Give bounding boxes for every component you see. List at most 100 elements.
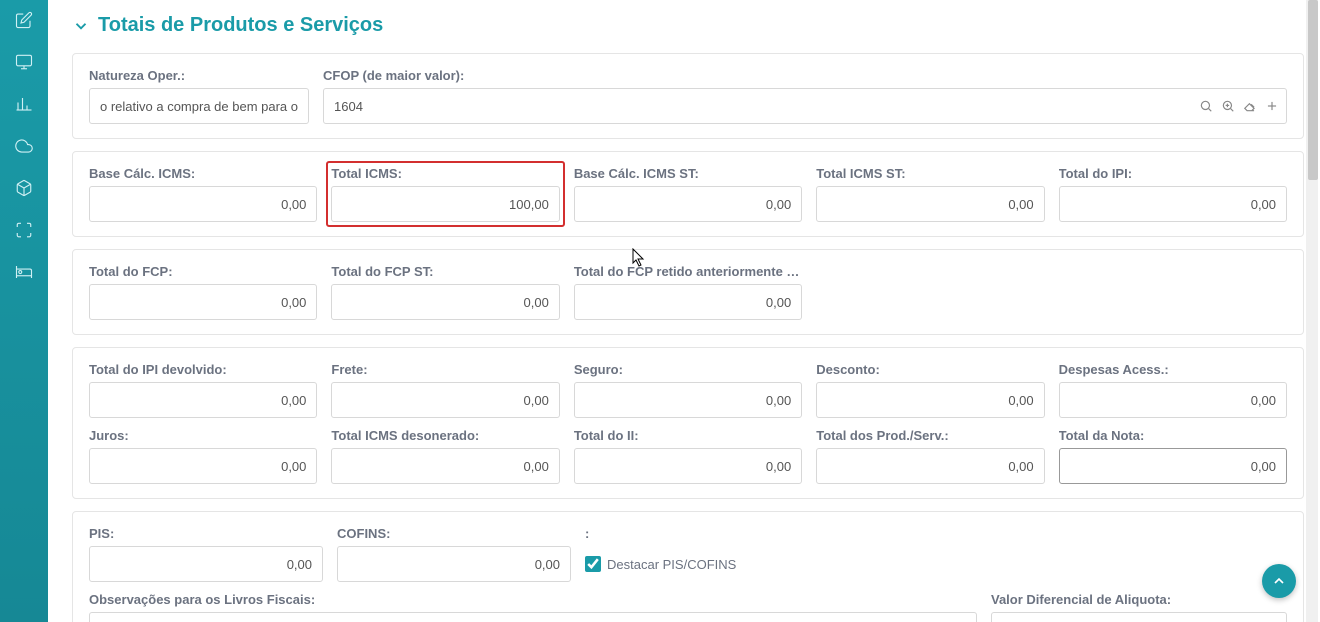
main-content: Totais de Produtos e Serviços Natureza O… [48, 0, 1320, 622]
field-total-fcp-st: Total do FCP ST: [331, 264, 559, 320]
total-fcp-retido-label: Total do FCP retido anteriormente por ..… [574, 264, 802, 279]
field-total-icms-st: Total ICMS ST: [816, 166, 1044, 222]
cfop-label: CFOP (de maior valor): [323, 68, 1287, 83]
seguro-label: Seguro: [574, 362, 802, 377]
plus-icon[interactable] [1265, 99, 1279, 113]
field-total-fcp-retido: Total do FCP retido anteriormente por ..… [574, 264, 802, 320]
total-fcp-retido-input[interactable] [574, 284, 802, 320]
scroll-top-button[interactable] [1262, 564, 1296, 598]
base-calc-icms-label: Base Cálc. ICMS: [89, 166, 317, 181]
scrollbar-thumb[interactable] [1308, 0, 1318, 180]
total-prod-serv-label: Total dos Prod./Serv.: [816, 428, 1044, 443]
panel-natureza-cfop: Natureza Oper.: CFOP (de maior valor): [72, 53, 1304, 139]
field-total-prod-serv: Total dos Prod./Serv.: [816, 428, 1044, 484]
seguro-input[interactable] [574, 382, 802, 418]
total-icms-label: Total ICMS: [331, 166, 559, 181]
total-prod-serv-input[interactable] [816, 448, 1044, 484]
base-calc-icms-st-label: Base Cálc. ICMS ST: [574, 166, 802, 181]
panel-pis-cofins: PIS: COFINS: : Destacar PIS/COFINS Obser… [72, 511, 1304, 622]
desconto-input[interactable] [816, 382, 1044, 418]
total-fcp-st-input[interactable] [331, 284, 559, 320]
despesas-acess-label: Despesas Acess.: [1059, 362, 1287, 377]
field-total-ipi: Total do IPI: [1059, 166, 1287, 222]
total-ii-label: Total do II: [574, 428, 802, 443]
field-juros: Juros: [89, 428, 317, 484]
total-nota-input[interactable] [1059, 448, 1287, 484]
total-fcp-label: Total do FCP: [89, 264, 317, 279]
total-fcp-st-label: Total do FCP ST: [331, 264, 559, 279]
monitor-icon[interactable] [14, 52, 34, 72]
natureza-oper-input[interactable] [89, 88, 309, 124]
frete-label: Frete: [331, 362, 559, 377]
panel-fcp: Total do FCP: Total do FCP ST: Total do … [72, 249, 1304, 335]
field-destacar: : Destacar PIS/COFINS [585, 526, 1287, 582]
field-natureza-oper: Natureza Oper.: [89, 68, 309, 124]
total-ipi-input[interactable] [1059, 186, 1287, 222]
chevron-down-icon [72, 17, 90, 35]
cube-icon[interactable] [14, 178, 34, 198]
section-title: Totais de Produtos e Serviços [98, 14, 383, 37]
valor-dif-aliq-input[interactable] [991, 612, 1287, 622]
cofins-label: COFINS: [337, 526, 571, 541]
total-ipi-devolvido-label: Total do IPI devolvido: [89, 362, 317, 377]
pis-input[interactable] [89, 546, 323, 582]
field-total-icms: Total ICMS: [326, 161, 564, 227]
cfop-icons [1199, 99, 1279, 113]
total-icms-desonerado-input[interactable] [331, 448, 559, 484]
obs-livros-label: Observações para os Livros Fiscais: [89, 592, 977, 607]
juros-input[interactable] [89, 448, 317, 484]
field-total-icms-desonerado: Total ICMS desonerado: [331, 428, 559, 484]
field-despesas-acess: Despesas Acess.: [1059, 362, 1287, 418]
field-base-calc-icms-st: Base Cálc. ICMS ST: [574, 166, 802, 222]
total-nota-label: Total da Nota: [1059, 428, 1287, 443]
total-icms-input[interactable] [331, 186, 559, 222]
edit-icon[interactable] [14, 10, 34, 30]
sidebar [0, 0, 48, 622]
total-icms-st-input[interactable] [816, 186, 1044, 222]
field-pis: PIS: [89, 526, 323, 582]
eraser-icon[interactable] [1243, 99, 1257, 113]
total-ipi-devolvido-input[interactable] [89, 382, 317, 418]
field-seguro: Seguro: [574, 362, 802, 418]
field-total-fcp: Total do FCP: [89, 264, 317, 320]
field-desconto: Desconto: [816, 362, 1044, 418]
natureza-oper-label: Natureza Oper.: [89, 68, 309, 83]
field-cfop: CFOP (de maior valor): [323, 68, 1287, 124]
cfop-input[interactable] [323, 88, 1287, 124]
colon-label: : [585, 526, 1287, 541]
desconto-label: Desconto: [816, 362, 1044, 377]
expand-icon[interactable] [14, 220, 34, 240]
total-ipi-label: Total do IPI: [1059, 166, 1287, 181]
destacar-label: Destacar PIS/COFINS [607, 557, 736, 572]
search-icon[interactable] [1199, 99, 1213, 113]
total-fcp-input[interactable] [89, 284, 317, 320]
juros-label: Juros: [89, 428, 317, 443]
total-ii-input[interactable] [574, 448, 802, 484]
total-icms-st-label: Total ICMS ST: [816, 166, 1044, 181]
frete-input[interactable] [331, 382, 559, 418]
panel-totais: Total do IPI devolvido: Frete: Seguro: D… [72, 347, 1304, 499]
section-header[interactable]: Totais de Produtos e Serviços [72, 8, 1304, 37]
field-total-ipi-devolvido: Total do IPI devolvido: [89, 362, 317, 418]
despesas-acess-input[interactable] [1059, 382, 1287, 418]
field-valor-dif-aliq: Valor Diferencial de Aliquota: [991, 592, 1287, 622]
pis-label: PIS: [89, 526, 323, 541]
field-total-ii: Total do II: [574, 428, 802, 484]
field-frete: Frete: [331, 362, 559, 418]
destacar-checkbox[interactable] [585, 556, 601, 572]
base-calc-icms-st-input[interactable] [574, 186, 802, 222]
chart-icon[interactable] [14, 94, 34, 114]
field-base-calc-icms: Base Cálc. ICMS: [89, 166, 317, 222]
total-icms-desonerado-label: Total ICMS desonerado: [331, 428, 559, 443]
field-obs-livros: Observações para os Livros Fiscais: [89, 592, 977, 622]
bed-icon[interactable] [14, 262, 34, 282]
field-cofins: COFINS: [337, 526, 571, 582]
field-total-nota: Total da Nota: [1059, 428, 1287, 484]
valor-dif-aliq-label: Valor Diferencial de Aliquota: [991, 592, 1287, 607]
base-calc-icms-input[interactable] [89, 186, 317, 222]
panel-icms: Base Cálc. ICMS: Total ICMS: Base Cálc. … [72, 151, 1304, 237]
cloud-icon[interactable] [14, 136, 34, 156]
zoom-icon[interactable] [1221, 99, 1235, 113]
cofins-input[interactable] [337, 546, 571, 582]
obs-livros-input[interactable] [89, 612, 977, 622]
